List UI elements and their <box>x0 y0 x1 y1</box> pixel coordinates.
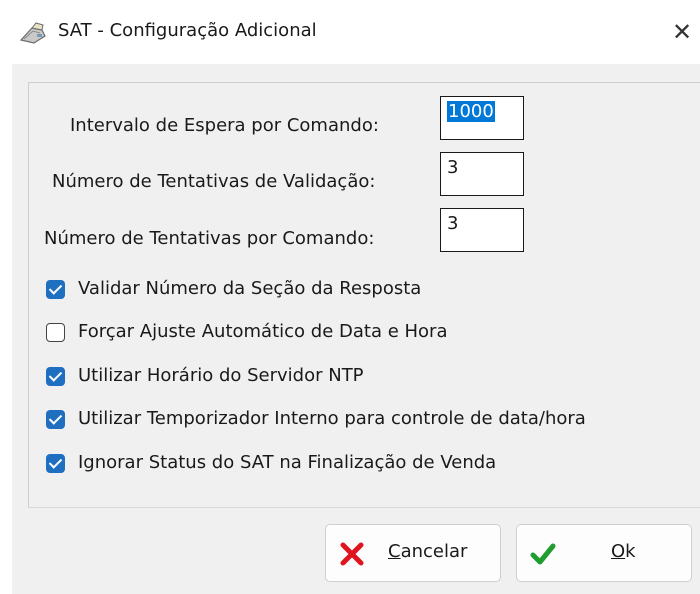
window-title: SAT - Configuração Adicional <box>58 20 317 41</box>
checkbox-label: Utilizar Horário do Servidor NTP <box>78 365 364 386</box>
checkbox-checked-icon[interactable] <box>46 367 65 386</box>
cancel-button-label: Cancelar <box>388 541 468 562</box>
checkmark-icon <box>530 543 556 565</box>
wait-interval-label: Intervalo de Espera por Comando: <box>70 115 379 136</box>
wait-interval-value: 1000 <box>447 101 495 122</box>
validation-attempts-label: Número de Tentativas de Validação: <box>52 171 376 192</box>
checkbox-checked-icon[interactable] <box>46 454 65 473</box>
checkbox-checked-icon[interactable] <box>46 280 65 299</box>
checkbox-label: Validar Número da Seção da Resposta <box>78 278 422 299</box>
checkbox-checked-icon[interactable] <box>46 410 65 429</box>
x-cross-icon <box>340 542 364 566</box>
command-attempts-label: Número de Tentativas por Comando: <box>44 228 375 249</box>
validation-attempts-value: 3 <box>447 157 459 178</box>
cancel-button[interactable]: Cancelar <box>325 524 501 582</box>
ok-button[interactable]: Ok <box>516 524 692 582</box>
window-left-edge <box>0 64 12 594</box>
sat-app-icon <box>19 22 46 44</box>
command-attempts-input[interactable]: 3 <box>440 208 524 252</box>
command-attempts-value: 3 <box>447 213 459 234</box>
checkbox-label: Ignorar Status do SAT na Finalização de … <box>78 452 497 473</box>
checkbox-unchecked-icon[interactable] <box>46 323 65 342</box>
wait-interval-input[interactable]: 1000 <box>440 96 524 140</box>
validation-attempts-input[interactable]: 3 <box>440 152 524 196</box>
close-icon: ✕ <box>671 18 693 46</box>
checkbox-label: Forçar Ajuste Automático de Data e Hora <box>78 321 448 342</box>
dialog-window: SAT - Configuração Adicional ✕ Intervalo… <box>0 0 700 594</box>
close-button[interactable]: ✕ <box>664 12 700 52</box>
ok-button-label: Ok <box>611 541 636 562</box>
title-bar[interactable]: SAT - Configuração Adicional ✕ <box>0 0 700 64</box>
checkbox-label: Utilizar Temporizador Interno para contr… <box>78 408 586 429</box>
